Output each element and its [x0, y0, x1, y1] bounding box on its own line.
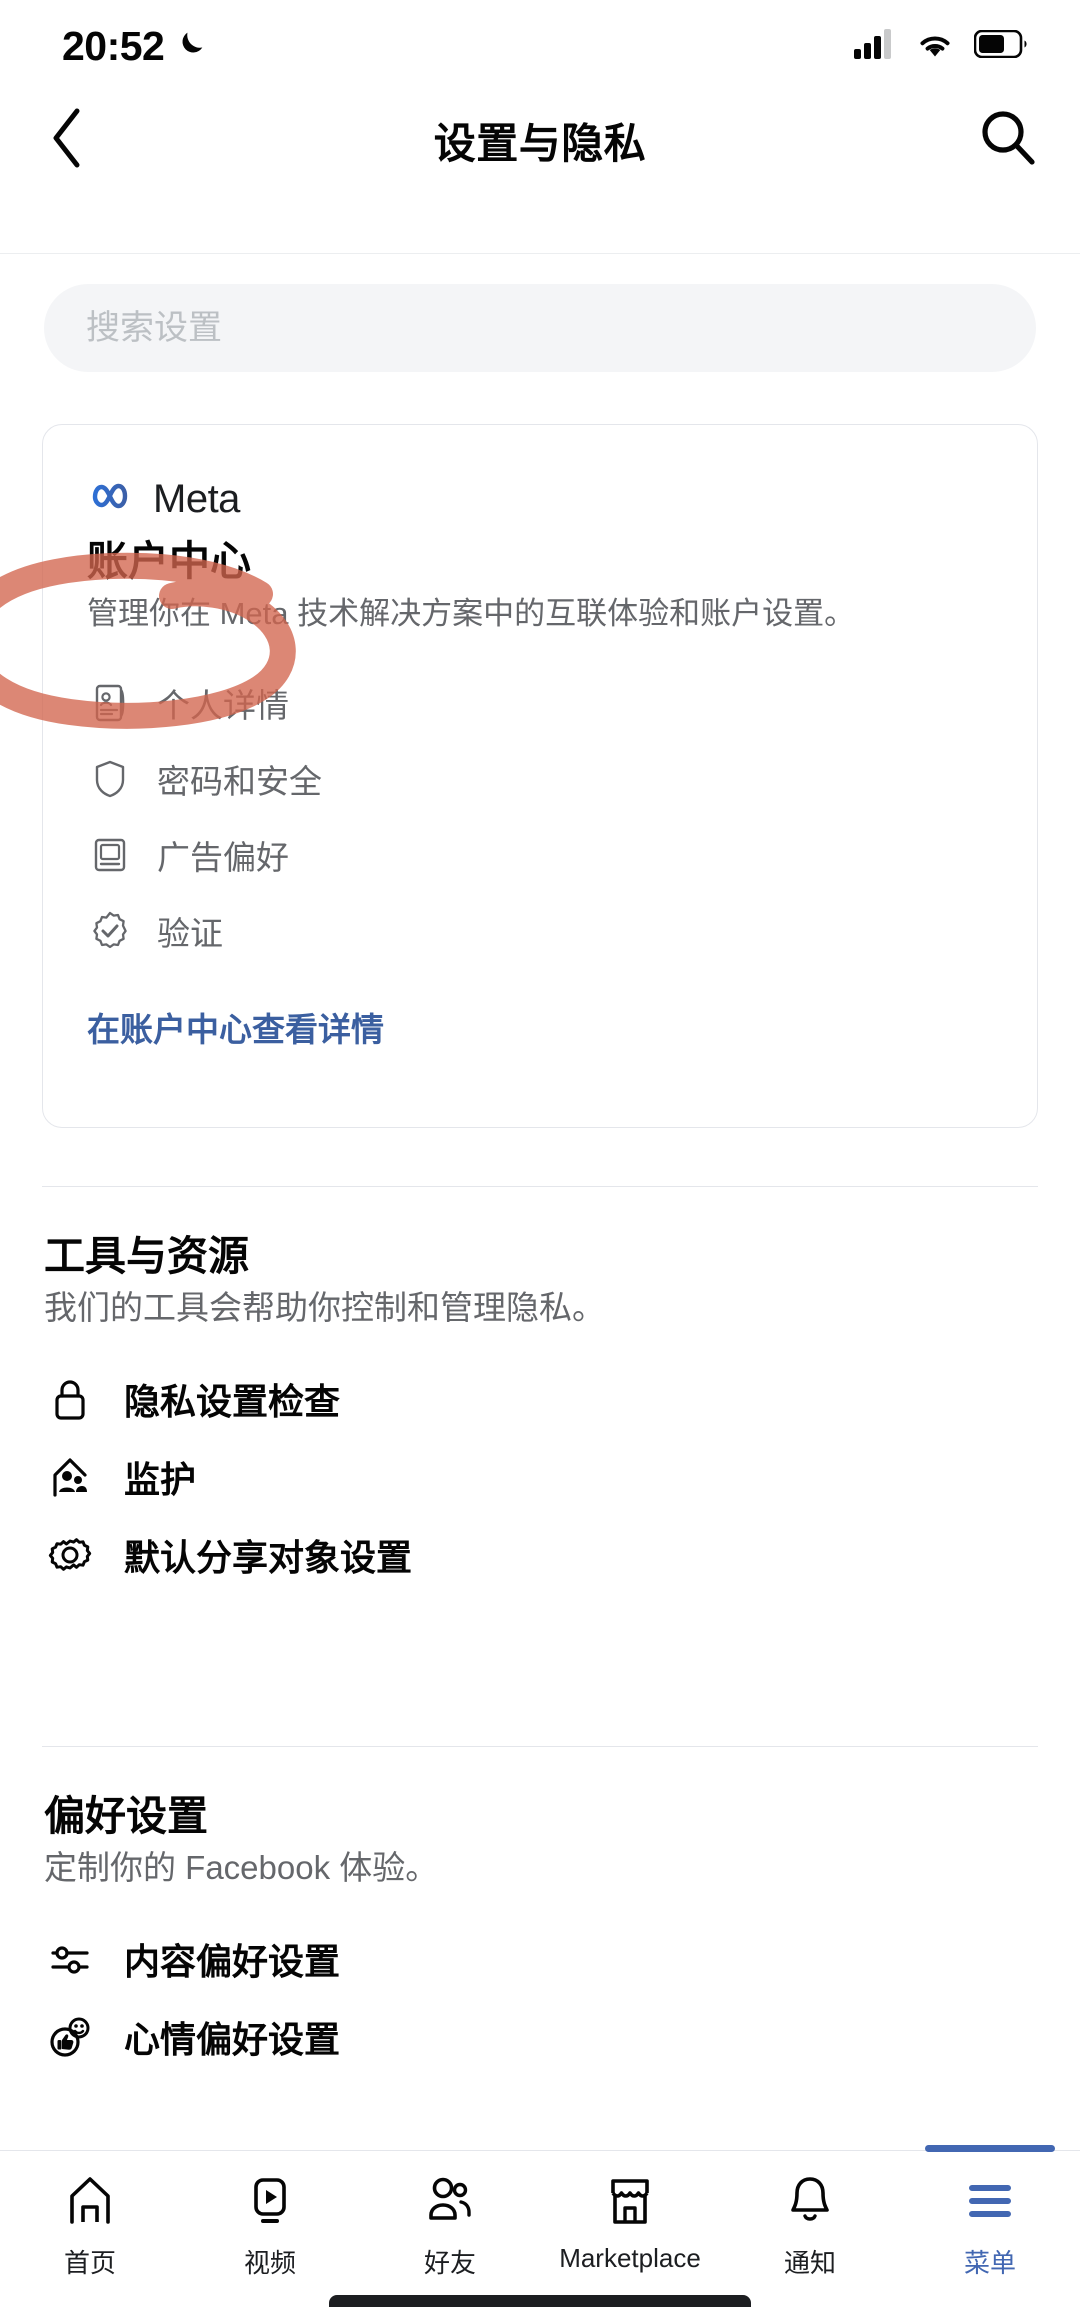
tools-section-rows: 隐私设置检查 监护 默认分享对象设置	[44, 1360, 1036, 1594]
search-input[interactable]	[44, 284, 1036, 372]
video-play-icon	[243, 2173, 297, 2229]
preferences-section-title: 偏好设置	[44, 1793, 208, 1839]
header-search-button[interactable]	[972, 104, 1044, 176]
account-center-item-verification[interactable]: 验证	[87, 893, 993, 969]
nav-label: 菜单	[963, 2248, 1016, 2278]
account-center-card[interactable]: Meta 账户中心 管理你在 Meta 技术解决方案中的互联体验和账户设置。 个…	[42, 424, 1038, 1128]
monitor-icon	[87, 832, 133, 878]
status-bar: 20:52	[0, 0, 1080, 92]
bottom-navigation-bar: 首页 视频 好友 Marketplace 通知 菜单	[0, 2145, 1080, 2307]
gear-icon	[44, 1529, 96, 1581]
nav-item-friends[interactable]: 好友	[360, 2151, 540, 2285]
status-bar-right	[854, 28, 1028, 64]
meta-wordmark: Meta	[153, 477, 240, 521]
nav-label: 通知	[783, 2248, 836, 2278]
lock-icon	[44, 1373, 96, 1425]
section-divider-tools	[42, 1186, 1038, 1187]
battery-icon	[973, 29, 1028, 63]
home-icon	[63, 2173, 117, 2229]
account-center-description: 管理你在 Meta 技术解决方案中的互联体验和账户设置。	[87, 596, 856, 632]
preferences-section: 偏好设置 定制你的 Facebook 体验。 内容偏好设置 心情偏好设置	[44, 1792, 1036, 2076]
cellular-signal-icon	[854, 28, 896, 64]
crescent-moon-icon	[174, 27, 208, 66]
nav-item-home[interactable]: 首页	[0, 2151, 180, 2285]
active-tab-indicator	[925, 2145, 1055, 2152]
meta-infinity-logo	[87, 481, 139, 518]
nav-item-notifications[interactable]: 通知	[720, 2151, 900, 2285]
tools-and-resources-section: 工具与资源 我们的工具会帮助你控制和管理隐私。 隐私设置检查 监护 默认分享对象…	[44, 1232, 1036, 1594]
nav-item-menu[interactable]: 菜单	[900, 2145, 1080, 2285]
page-title: 设置与隐私	[433, 119, 647, 167]
section-divider-preferences	[42, 1746, 1038, 1747]
status-bar-left: 20:52	[62, 23, 208, 70]
row-content-preferences[interactable]: 内容偏好设置	[44, 1920, 1036, 1998]
preferences-section-rows: 内容偏好设置 心情偏好设置	[44, 1920, 1036, 2076]
meta-brand: Meta	[87, 477, 993, 522]
row-label: 心情偏好设置	[124, 2019, 341, 2061]
account-center-title: 账户中心	[87, 538, 251, 584]
id-card-icon	[87, 680, 133, 726]
row-label: 内容偏好设置	[124, 1941, 341, 1983]
preferences-section-subtitle: 定制你的 Facebook 体验。	[44, 1849, 439, 1887]
bell-icon	[783, 2173, 837, 2229]
status-time: 20:52	[62, 22, 165, 69]
row-label: 默认分享对象设置	[124, 1537, 413, 1579]
back-button[interactable]	[32, 105, 102, 175]
supervision-house-icon	[44, 1451, 96, 1503]
account-center-item-label: 验证	[157, 914, 223, 952]
nav-item-marketplace[interactable]: Marketplace	[540, 2151, 720, 2285]
nav-item-video[interactable]: 视频	[180, 2151, 360, 2285]
header-divider	[0, 253, 1080, 254]
row-reaction-preferences[interactable]: 心情偏好设置	[44, 1998, 1036, 2076]
nav-label: Marketplace	[559, 2243, 701, 2273]
account-center-details-link[interactable]: 在账户中心查看详情	[87, 1003, 993, 1051]
hamburger-menu-icon	[963, 2173, 1017, 2229]
home-indicator	[329, 2295, 751, 2307]
tools-section-title: 工具与资源	[44, 1233, 249, 1279]
nav-label: 好友	[423, 2248, 476, 2278]
account-center-item-label: 密码和安全	[157, 762, 322, 800]
row-privacy-checkup[interactable]: 隐私设置检查	[44, 1360, 1036, 1438]
magnifier-icon	[977, 107, 1039, 174]
shield-icon	[87, 756, 133, 802]
row-label: 隐私设置检查	[124, 1381, 341, 1423]
storefront-icon	[603, 2173, 657, 2229]
account-center-item-label: 广告偏好	[157, 838, 289, 876]
account-center-item-password-security[interactable]: 密码和安全	[87, 741, 993, 817]
row-label: 监护	[124, 1459, 197, 1501]
tools-section-subtitle: 我们的工具会帮助你控制和管理隐私。	[44, 1289, 605, 1327]
settings-and-privacy-screen: 20:52 设置与隐私 搜索设置 Meta 账户中心 管理你在 Meta 技术解…	[0, 0, 1080, 2307]
wifi-icon	[914, 29, 956, 64]
account-center-item-personal-details[interactable]: 个人详情	[87, 665, 993, 741]
sliders-icon	[44, 1933, 96, 1985]
row-supervision[interactable]: 监护	[44, 1438, 1036, 1516]
nav-label: 首页	[63, 2248, 116, 2278]
chevron-left-icon	[48, 107, 86, 174]
verified-badge-icon	[87, 908, 133, 954]
page-header: 设置与隐私	[0, 92, 1080, 188]
account-center-item-label: 个人详情	[157, 686, 289, 724]
row-default-audience-settings[interactable]: 默认分享对象设置	[44, 1516, 1036, 1594]
friends-icon	[423, 2173, 477, 2229]
reactions-icon	[44, 2011, 96, 2063]
search-field-wrapper	[44, 284, 1036, 372]
account-center-item-ad-preferences[interactable]: 广告偏好	[87, 817, 993, 893]
nav-label: 视频	[243, 2248, 296, 2278]
account-center-items: 个人详情 密码和安全 广告偏好 验证	[87, 665, 993, 969]
